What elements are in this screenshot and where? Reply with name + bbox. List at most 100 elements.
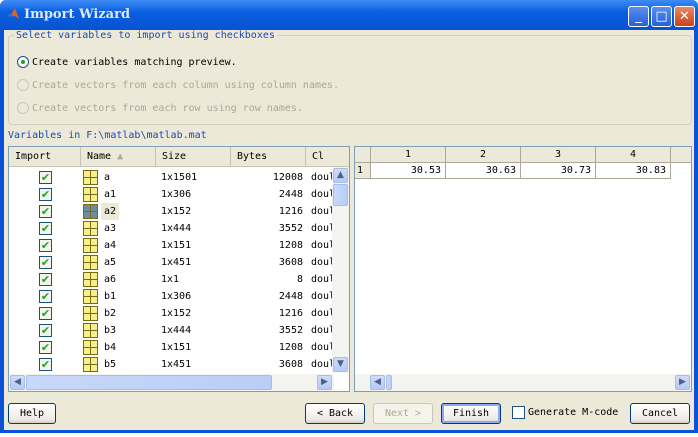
- preview-cell[interactable]: 30.63: [446, 163, 521, 179]
- scroll-right-icon[interactable]: ▶: [675, 375, 690, 390]
- radio-column-vectors: Create vectors from each column using co…: [17, 79, 339, 91]
- matlab-logo-icon: [7, 8, 19, 19]
- variable-bytes: 3608: [278, 359, 303, 370]
- variable-row[interactable]: ✔ b4 1x151 1208 doul: [9, 339, 335, 356]
- back-button[interactable]: < Back: [305, 403, 365, 424]
- preview-column-header: 3: [521, 147, 596, 163]
- matrix-icon: [83, 357, 98, 372]
- scroll-right-icon[interactable]: ▶: [317, 375, 332, 390]
- checkbox-icon: [512, 406, 525, 419]
- import-checkbox[interactable]: ✔: [39, 273, 52, 286]
- variable-row[interactable]: ✔ a1 1x306 2448 doul: [9, 186, 335, 203]
- scroll-down-icon[interactable]: ▼: [333, 357, 348, 372]
- variable-name: a3: [104, 223, 117, 234]
- scroll-thumb[interactable]: [386, 375, 392, 390]
- preview-cell[interactable]: 30.83: [596, 163, 671, 179]
- variable-row[interactable]: ✔ a 1x1501 12008 doul: [9, 169, 335, 186]
- variable-row[interactable]: ✔ b5 1x451 3608 doul: [9, 356, 335, 373]
- import-checkbox[interactable]: ✔: [39, 358, 52, 371]
- scroll-thumb[interactable]: [26, 375, 272, 390]
- column-header-name[interactable]: Name ▲: [81, 147, 156, 167]
- help-button[interactable]: Help: [8, 403, 56, 424]
- finish-button[interactable]: Finish: [441, 403, 501, 424]
- close-button[interactable]: ✕: [674, 6, 695, 27]
- import-checkbox[interactable]: ✔: [39, 341, 52, 354]
- variable-size: 1x306: [161, 189, 192, 200]
- radio-label: Create variables matching preview.: [32, 56, 237, 68]
- variable-bytes: 1216: [278, 308, 303, 319]
- variable-size: 1x444: [161, 325, 192, 336]
- scroll-left-icon[interactable]: ◀: [370, 375, 385, 390]
- import-checkbox[interactable]: ✔: [39, 205, 52, 218]
- sort-ascending-icon: ▲: [117, 151, 124, 162]
- variable-name: a1: [104, 189, 117, 200]
- preview-row-header: 1: [355, 163, 371, 179]
- preview-horizontal-scrollbar[interactable]: ◀ ▶: [355, 374, 691, 391]
- variable-row[interactable]: ✔ a4 1x151 1208 doul: [9, 237, 335, 254]
- import-options-group: Select variables to import using checkbo…: [8, 30, 692, 125]
- next-button: Next >: [373, 403, 433, 424]
- variable-bytes: 2448: [278, 291, 303, 302]
- horizontal-scrollbar[interactable]: ◀ ▶: [9, 374, 334, 391]
- variable-bytes: 1216: [278, 206, 303, 217]
- preview-column-header: [671, 147, 691, 163]
- variable-size: 1x1: [161, 274, 180, 285]
- corner-cell: [355, 147, 371, 163]
- matrix-icon: [83, 289, 98, 304]
- preview-column-header: 2: [446, 147, 521, 163]
- variable-row[interactable]: ✔ b2 1x152 1216 doul: [9, 305, 335, 322]
- column-header-class[interactable]: Cl: [306, 147, 349, 167]
- column-header-size[interactable]: Size: [156, 147, 231, 167]
- import-checkbox[interactable]: ✔: [39, 222, 52, 235]
- matrix-icon: [83, 187, 98, 202]
- radio-icon: [17, 102, 29, 114]
- scroll-up-icon[interactable]: ▲: [333, 168, 348, 183]
- variable-bytes: 3552: [278, 325, 303, 336]
- variable-name: a6: [104, 274, 117, 285]
- matrix-icon: [83, 221, 98, 236]
- maximize-button[interactable]: □: [651, 6, 672, 27]
- import-checkbox[interactable]: ✔: [39, 324, 52, 337]
- dialog-body: Select variables to import using checkbo…: [4, 30, 694, 430]
- variable-row[interactable]: ✔ a3 1x444 3552 doul: [9, 220, 335, 237]
- import-checkbox[interactable]: ✔: [39, 188, 52, 201]
- preview-cell[interactable]: 30.73: [521, 163, 596, 179]
- generate-mcode-checkbox[interactable]: Generate M-code: [512, 406, 618, 419]
- import-checkbox[interactable]: ✔: [39, 290, 52, 303]
- preview-table: 1 2 3 4 1 30.53 30.63 30.73 30.83 ◀ ▶: [354, 146, 692, 392]
- cancel-button[interactable]: Cancel: [630, 403, 690, 424]
- variable-row[interactable]: ✔ a2 1x152 1216 doul: [9, 203, 335, 220]
- preview-cell[interactable]: 30.53: [371, 163, 446, 179]
- import-checkbox[interactable]: ✔: [39, 171, 52, 184]
- minimize-button[interactable]: _: [628, 6, 649, 27]
- header-label: Name: [87, 151, 112, 162]
- radio-create-variables[interactable]: Create variables matching preview.: [17, 56, 237, 68]
- variable-row[interactable]: ✔ b1 1x306 2448 doul: [9, 288, 335, 305]
- radio-label: Create vectors from each column using co…: [32, 79, 340, 91]
- variable-bytes: 12008: [272, 172, 303, 183]
- variable-name: a: [104, 172, 111, 183]
- window-title: Import Wizard: [24, 7, 131, 22]
- variable-row[interactable]: ✔ b3 1x444 3552 doul: [9, 322, 335, 339]
- variable-size: 1x152: [161, 206, 192, 217]
- variable-size: 1x444: [161, 223, 192, 234]
- group-label: Select variables to import using checkbo…: [14, 30, 277, 41]
- variable-row[interactable]: ✔ a5 1x451 3608 doul: [9, 254, 335, 271]
- variable-name: a5: [104, 257, 117, 268]
- vertical-scrollbar[interactable]: ▲ ▼: [332, 167, 349, 373]
- import-wizard-window: Import Wizard _ □ ✕ Select variables to …: [0, 0, 698, 433]
- radio-selected-icon: [17, 56, 29, 68]
- title-bar[interactable]: Import Wizard _ □ ✕: [0, 0, 698, 30]
- column-header-bytes[interactable]: Bytes: [231, 147, 306, 167]
- import-checkbox[interactable]: ✔: [39, 239, 52, 252]
- variable-row[interactable]: ✔ a6 1x1 8 doul: [9, 271, 335, 288]
- column-header-import[interactable]: Import: [9, 147, 81, 167]
- scroll-left-icon[interactable]: ◀: [10, 375, 25, 390]
- variable-size: 1x306: [161, 291, 192, 302]
- import-checkbox[interactable]: ✔: [39, 256, 52, 269]
- matrix-icon: [83, 255, 98, 270]
- variable-bytes: 1208: [278, 342, 303, 353]
- import-checkbox[interactable]: ✔: [39, 307, 52, 320]
- scroll-thumb[interactable]: [333, 184, 348, 206]
- variable-name: b2: [104, 308, 117, 319]
